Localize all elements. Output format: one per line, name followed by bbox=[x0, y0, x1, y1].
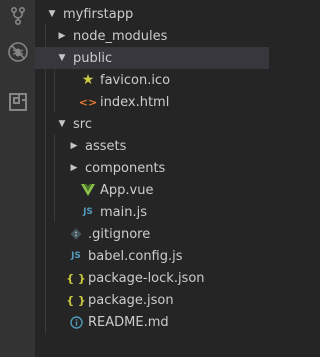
tree-file-package-json[interactable]: { } package.json bbox=[35, 289, 280, 311]
file-label: package.json bbox=[88, 292, 174, 308]
activity-bar bbox=[0, 0, 35, 357]
folder-label: node_modules bbox=[73, 28, 168, 44]
tree-file-main-js[interactable]: JS main.js bbox=[35, 201, 292, 223]
file-label: README.md bbox=[88, 314, 169, 330]
source-control-icon[interactable] bbox=[0, 0, 35, 32]
json-icon: { } bbox=[66, 293, 86, 307]
tree-folder-assets[interactable]: ▶ assets bbox=[35, 135, 281, 157]
folder-label: src bbox=[73, 116, 92, 132]
info-icon bbox=[68, 314, 84, 330]
folder-label: myfirstapp bbox=[63, 6, 134, 22]
folder-label: components bbox=[85, 160, 166, 176]
tree-file-gitignore[interactable]: .gitignore bbox=[35, 223, 280, 245]
chevron-down-icon: ▼ bbox=[58, 53, 66, 63]
html-code-icon: <> bbox=[78, 95, 98, 109]
file-label: babel.config.js bbox=[88, 248, 183, 264]
chevron-down-icon: ▼ bbox=[58, 119, 66, 129]
tree-folder-src[interactable]: ▼ src bbox=[35, 113, 269, 135]
vue-icon bbox=[80, 182, 96, 198]
extensions-icon[interactable] bbox=[0, 86, 35, 118]
tree-folder-public[interactable]: ▼ public bbox=[35, 47, 269, 69]
tree-folder-myfirstapp[interactable]: ▼ myfirstapp bbox=[35, 3, 259, 25]
json-icon: { } bbox=[66, 271, 86, 285]
debug-icon[interactable] bbox=[0, 36, 35, 68]
tree-file-package-lock[interactable]: { } package-lock.json bbox=[35, 267, 280, 289]
star-icon: ★ bbox=[81, 72, 95, 88]
tree-file-babel-config[interactable]: JS babel.config.js bbox=[35, 245, 280, 267]
javascript-icon: JS bbox=[83, 207, 93, 217]
file-explorer: ▼ myfirstapp ▶ node_modules ▼ public ★ f… bbox=[35, 0, 269, 357]
tree-folder-node-modules[interactable]: ▶ node_modules bbox=[35, 25, 269, 47]
javascript-icon: JS bbox=[71, 251, 81, 261]
chevron-right-icon: ▶ bbox=[70, 141, 78, 151]
file-label: .gitignore bbox=[88, 226, 151, 242]
tree-file-readme[interactable]: README.md bbox=[35, 311, 280, 333]
folder-label: public bbox=[73, 50, 113, 66]
file-label: main.js bbox=[100, 204, 147, 220]
tree-folder-components[interactable]: ▶ components bbox=[35, 157, 281, 179]
file-label: favicon.ico bbox=[100, 72, 171, 88]
tree-file-index-html[interactable]: <> index.html bbox=[35, 91, 292, 113]
tree-file-app-vue[interactable]: App.vue bbox=[35, 179, 292, 201]
tree-file-favicon[interactable]: ★ favicon.ico bbox=[35, 69, 292, 91]
file-label: package-lock.json bbox=[88, 270, 205, 286]
folder-label: assets bbox=[85, 138, 127, 154]
chevron-down-icon: ▼ bbox=[48, 9, 56, 19]
file-label: App.vue bbox=[100, 182, 154, 198]
file-label: index.html bbox=[100, 94, 170, 110]
git-icon bbox=[68, 226, 84, 242]
chevron-right-icon: ▶ bbox=[70, 163, 78, 173]
chevron-right-icon: ▶ bbox=[58, 31, 66, 41]
